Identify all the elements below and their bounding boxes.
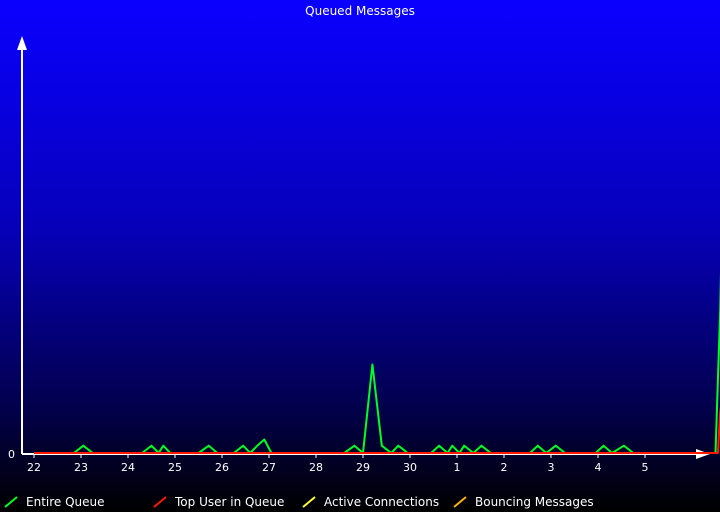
x-tick-labels: 22 23 24 25 26 27 28 29 30 1 2 3 4 5 bbox=[27, 461, 649, 474]
series-line-top-user-in-queue bbox=[34, 406, 720, 454]
x-tick-label: 27 bbox=[262, 461, 276, 474]
y-axis-arrow bbox=[17, 36, 27, 50]
x-tick-label: 5 bbox=[642, 461, 649, 474]
legend-label: Bouncing Messages bbox=[475, 495, 594, 509]
series-lines bbox=[34, 271, 720, 454]
x-tick-label: 22 bbox=[27, 461, 41, 474]
x-tick-label: 2 bbox=[501, 461, 508, 474]
legend-label: Active Connections bbox=[324, 495, 440, 509]
x-tick-label: 3 bbox=[548, 461, 555, 474]
legend-swatch-icon bbox=[302, 496, 316, 508]
plot-area: 22 23 24 25 26 27 28 29 30 1 2 3 4 5 0 bbox=[8, 36, 720, 474]
legend-item: Entire Queue bbox=[4, 495, 105, 509]
legend-item: Top User in Queue bbox=[153, 495, 284, 509]
y-tick-label: 0 bbox=[8, 448, 15, 461]
x-tick-label: 29 bbox=[356, 461, 370, 474]
chart-frame: Queued Messages 22 23 24 25 26 27 28 29 30 1 2 3 4 5 … bbox=[0, 0, 720, 512]
x-tick-label: 4 bbox=[595, 461, 602, 474]
series-line-entire-queue bbox=[34, 271, 720, 454]
x-tick-label: 30 bbox=[403, 461, 417, 474]
legend: Entire Queue Top User in Queue Active Co… bbox=[0, 490, 720, 512]
legend-swatch-icon bbox=[4, 496, 18, 508]
axes bbox=[17, 36, 710, 459]
legend-swatch-icon bbox=[153, 496, 167, 508]
x-tick-label: 24 bbox=[121, 461, 135, 474]
x-tick-label: 1 bbox=[454, 461, 461, 474]
legend-label: Top User in Queue bbox=[175, 495, 285, 509]
x-tick-label: 25 bbox=[168, 461, 182, 474]
x-tick-label: 28 bbox=[309, 461, 323, 474]
legend-item: Bouncing Messages bbox=[453, 495, 594, 509]
legend-swatch-icon bbox=[453, 496, 467, 508]
x-tick-label: 26 bbox=[215, 461, 229, 474]
legend-label: Entire Queue bbox=[26, 495, 105, 509]
x-tick-label: 23 bbox=[74, 461, 88, 474]
legend-item: Active Connections bbox=[302, 495, 439, 509]
y-tick-labels: 0 bbox=[8, 448, 15, 461]
